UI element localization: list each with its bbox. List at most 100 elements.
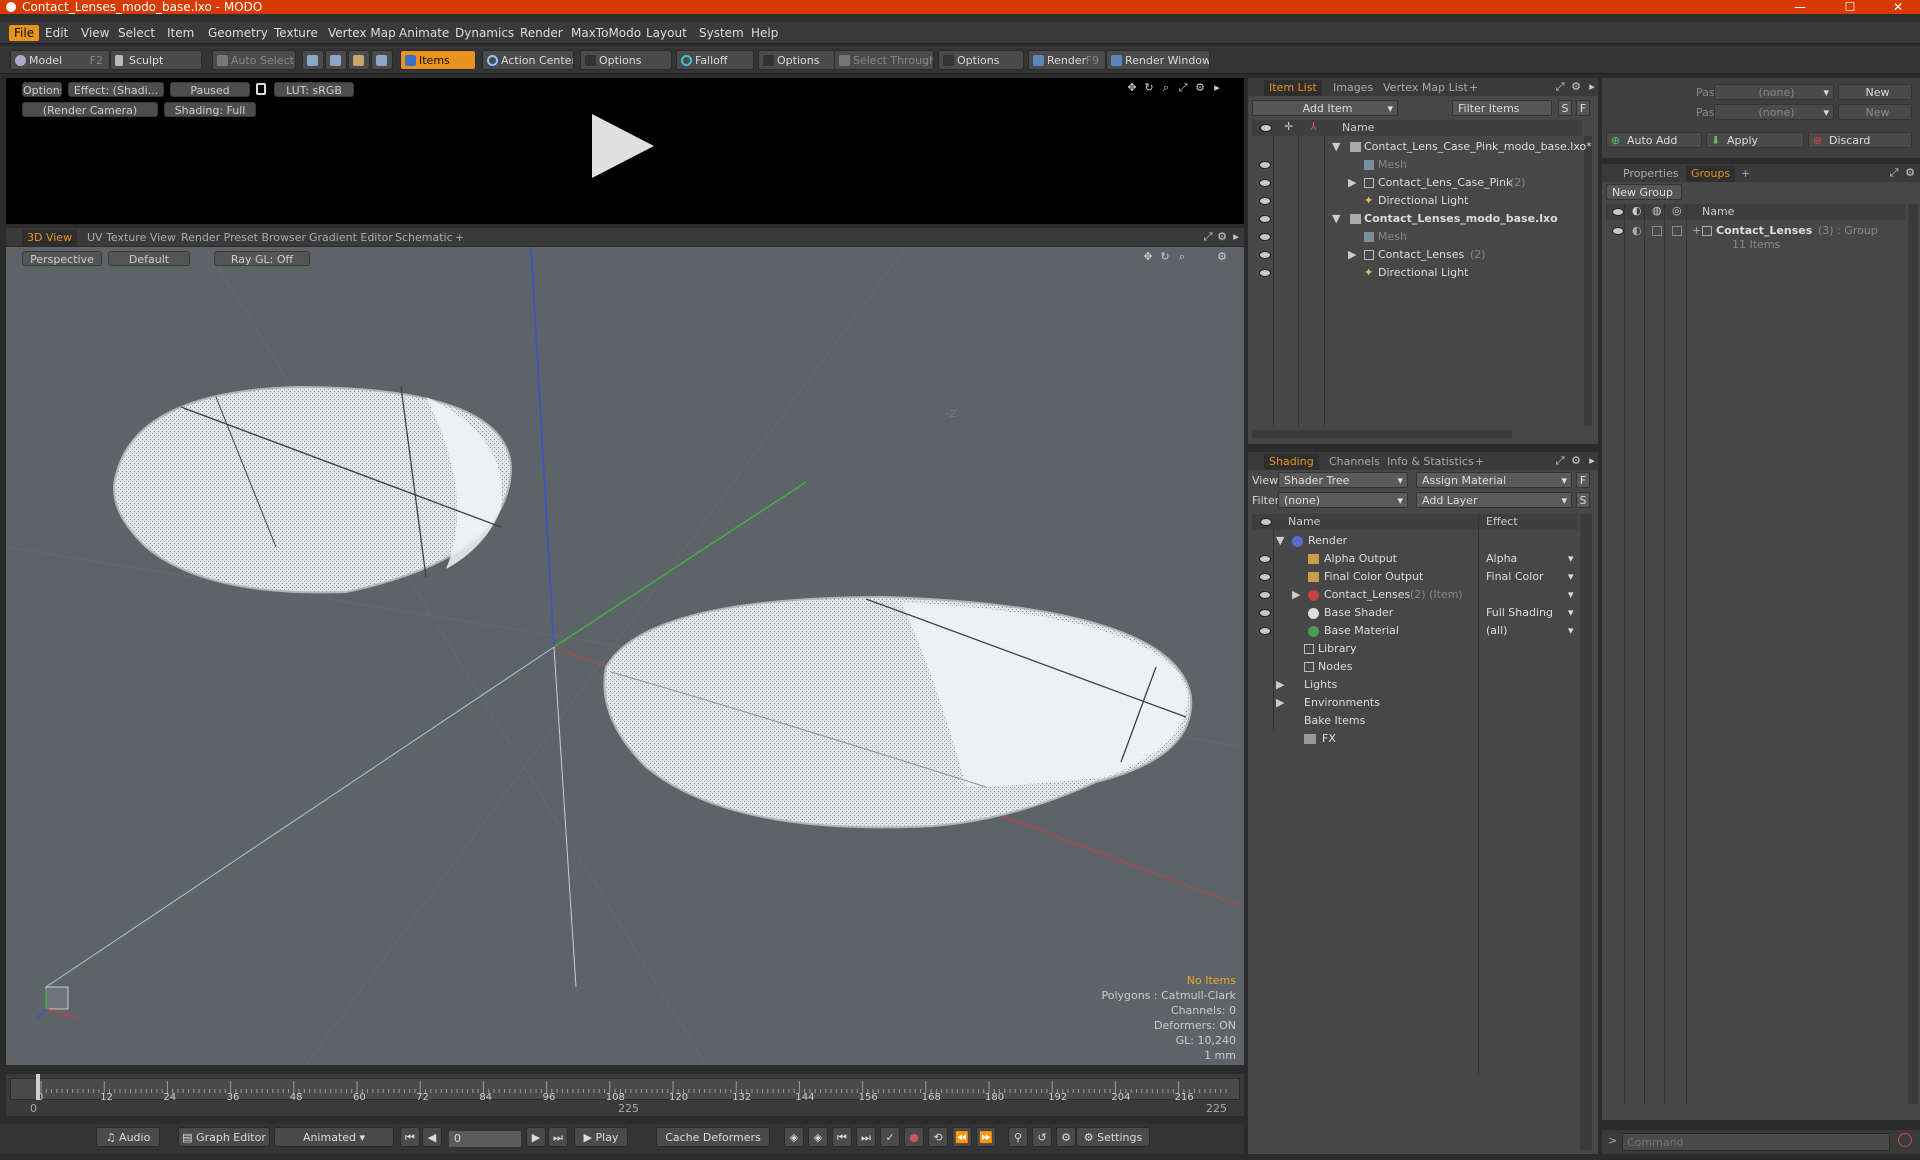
minimize-button[interactable]: —: [1780, 0, 1820, 14]
menu-render[interactable]: Render: [515, 25, 568, 41]
tab-vertex-map-list[interactable]: Vertex Map List: [1378, 80, 1473, 96]
command-stop-icon[interactable]: [1898, 1133, 1912, 1147]
visibility-eye-icon[interactable]: [1259, 591, 1271, 599]
discard-button[interactable]: ⊗ Discard: [1808, 132, 1912, 148]
next-key-icon[interactable]: ⏭: [856, 1127, 876, 1147]
play-preview-icon[interactable]: [592, 114, 654, 178]
menu-item[interactable]: Item: [162, 25, 199, 41]
shader-row[interactable]: ▶ Lights: [1252, 676, 1578, 694]
auto-add-button[interactable]: ⊕ Auto Add: [1606, 132, 1702, 148]
select-through-options-button[interactable]: Options: [938, 50, 1024, 70]
settings-gear-icon[interactable]: ⚙: [1570, 455, 1582, 467]
render-camera-dropdown[interactable]: (Render Camera): [22, 102, 158, 117]
shader-row[interactable]: Nodes: [1252, 658, 1578, 676]
tab-schematic[interactable]: Schematic: [390, 230, 458, 246]
timeline[interactable]: 0 12 24 36 48 60 72 84 96 108 120 132 144 156 168 180 19…: [6, 1074, 1244, 1116]
visibility-eye-icon[interactable]: [1259, 251, 1271, 259]
shader-row[interactable]: FX: [1252, 730, 1578, 748]
pan-icon[interactable]: ✥: [1142, 251, 1154, 263]
close-button[interactable]: ✕: [1878, 0, 1918, 14]
frame-input[interactable]: 0: [448, 1130, 522, 1148]
vertices-mode-button[interactable]: [302, 50, 324, 70]
menu-dynamics[interactable]: Dynamics: [450, 25, 519, 41]
menu-system[interactable]: System: [694, 25, 749, 41]
add-tab-button[interactable]: +: [1464, 80, 1483, 96]
shader-row[interactable]: Bake Items: [1252, 712, 1578, 730]
tab-gradient-editor[interactable]: Gradient Editor: [304, 230, 398, 246]
visibility-eye-icon[interactable]: [1259, 233, 1271, 241]
new-pass-group-button[interactable]: New: [1838, 84, 1912, 100]
add-tab-button[interactable]: +: [1470, 454, 1489, 470]
step-back-icon[interactable]: ◀: [422, 1127, 442, 1147]
add-layer-dropdown[interactable]: Add Layer: [1416, 492, 1572, 508]
settings-gear-icon[interactable]: ⚙: [1904, 167, 1916, 179]
tab-shading[interactable]: Shading: [1264, 454, 1319, 470]
render-button[interactable]: Render F9: [1028, 50, 1106, 70]
menu-arrow-icon[interactable]: ▸: [1211, 82, 1223, 94]
passes-dropdown[interactable]: (none): [1714, 104, 1834, 120]
menu-help[interactable]: Help: [746, 25, 783, 41]
settings-button[interactable]: ⚙ Settings: [1076, 1127, 1150, 1147]
tab-render-preset-browser[interactable]: Render Preset Browser: [176, 230, 311, 246]
maximize-view-icon[interactable]: ⤢: [1554, 455, 1566, 467]
menu-file[interactable]: File: [9, 25, 40, 41]
filter-dropdown[interactable]: (none): [1278, 492, 1408, 508]
tab-images[interactable]: Images: [1328, 80, 1378, 96]
effect-dropdown-arrow[interactable]: ▾: [1568, 604, 1574, 622]
itemlist-row[interactable]: ▼ Contact_Lenses_modo_base.lxo: [1252, 210, 1582, 228]
action-center-button[interactable]: Action Center: [482, 50, 574, 70]
contact-lens-model-1[interactable]: [113, 385, 513, 594]
command-input[interactable]: [1622, 1133, 1890, 1151]
rotate-icon[interactable]: ↻: [1143, 82, 1155, 94]
timeline-ruler[interactable]: 0 12 24 36 48 60 72 84 96 108 120 132 144 156 168 180 19…: [10, 1078, 1240, 1101]
edges-mode-button[interactable]: [325, 50, 347, 70]
tab-channels[interactable]: Channels: [1324, 454, 1385, 470]
falloff-options-button[interactable]: Options: [758, 50, 836, 70]
s-toggle-button[interactable]: S: [1576, 492, 1590, 508]
visibility-eye-icon[interactable]: [1259, 627, 1271, 635]
contact-lens-model-2[interactable]: [603, 595, 1193, 829]
shader-row[interactable]: ▶ Environments: [1252, 694, 1578, 712]
menu-geometry[interactable]: Geometry: [203, 25, 273, 41]
loop-icon[interactable]: ⟲: [928, 1127, 948, 1147]
polygons-mode-button[interactable]: [348, 50, 370, 70]
3d-viewport[interactable]: Perspective Default Ray GL: Off -Z ✥ ↻ ⌕…: [6, 247, 1244, 1065]
audio-button[interactable]: ♫ Audio: [96, 1127, 160, 1147]
menu-arrow-icon[interactable]: ▸: [1230, 231, 1242, 243]
menu-select[interactable]: Select: [113, 25, 160, 41]
lut-dropdown[interactable]: LUT: sRGB: [274, 82, 354, 97]
visibility-eye-icon[interactable]: [1259, 269, 1271, 277]
tab-info-statistics[interactable]: Info & Statistics: [1382, 454, 1479, 470]
itemlist-row[interactable]: Mesh: [1252, 156, 1582, 174]
add-tab-button[interactable]: +: [450, 230, 469, 246]
zoom-icon[interactable]: ⌕: [1176, 251, 1188, 263]
f-toggle-button[interactable]: F: [1576, 100, 1590, 116]
visibility-eye-icon[interactable]: [1259, 161, 1271, 169]
maximize-view-icon[interactable]: ⤢: [1202, 231, 1214, 243]
filter-items-input[interactable]: Filter Items: [1452, 100, 1552, 116]
view-dropdown[interactable]: Shader Tree: [1278, 472, 1408, 488]
zoom-icon[interactable]: ⌕: [1160, 82, 1172, 94]
model-mode-button[interactable]: Model F2: [10, 50, 110, 70]
select-toggle-icon[interactable]: [1672, 226, 1682, 236]
maximize-view-icon[interactable]: ⤢: [1177, 82, 1189, 94]
render-toggle-icon[interactable]: ◐: [1632, 222, 1642, 240]
play-button[interactable]: ▶ Play: [574, 1127, 628, 1147]
groups-scrollbar[interactable]: [1908, 204, 1918, 1104]
key-icon[interactable]: ◈: [784, 1127, 804, 1147]
shader-row[interactable]: Final Color Output Final Color ▾: [1252, 568, 1578, 586]
visibility-eye-icon[interactable]: [1259, 573, 1271, 581]
itemlist-row[interactable]: ▶ Contact_Lens_Case_Pink (2): [1252, 174, 1582, 192]
maximize-view-icon[interactable]: ⤢: [1888, 167, 1900, 179]
timeline-playhead[interactable]: [36, 1074, 40, 1100]
tab-properties[interactable]: Properties: [1618, 166, 1684, 182]
new-pass-button[interactable]: New: [1838, 104, 1912, 120]
tab-3d-view[interactable]: 3D View: [22, 230, 78, 246]
cache-deformers-button[interactable]: Cache Deformers: [656, 1127, 770, 1147]
auto-key-icon[interactable]: ✓: [880, 1127, 900, 1147]
itemlist-row[interactable]: ✦ Directional Light: [1252, 264, 1582, 282]
group-row[interactable]: ◐ + Contact_Lenses (3) : Group 11 Items: [1606, 222, 1906, 256]
s-toggle-button[interactable]: S: [1558, 100, 1572, 116]
effect-dropdown-arrow[interactable]: ▾: [1568, 550, 1574, 568]
itemlist-row[interactable]: ✦ Directional Light: [1252, 192, 1582, 210]
